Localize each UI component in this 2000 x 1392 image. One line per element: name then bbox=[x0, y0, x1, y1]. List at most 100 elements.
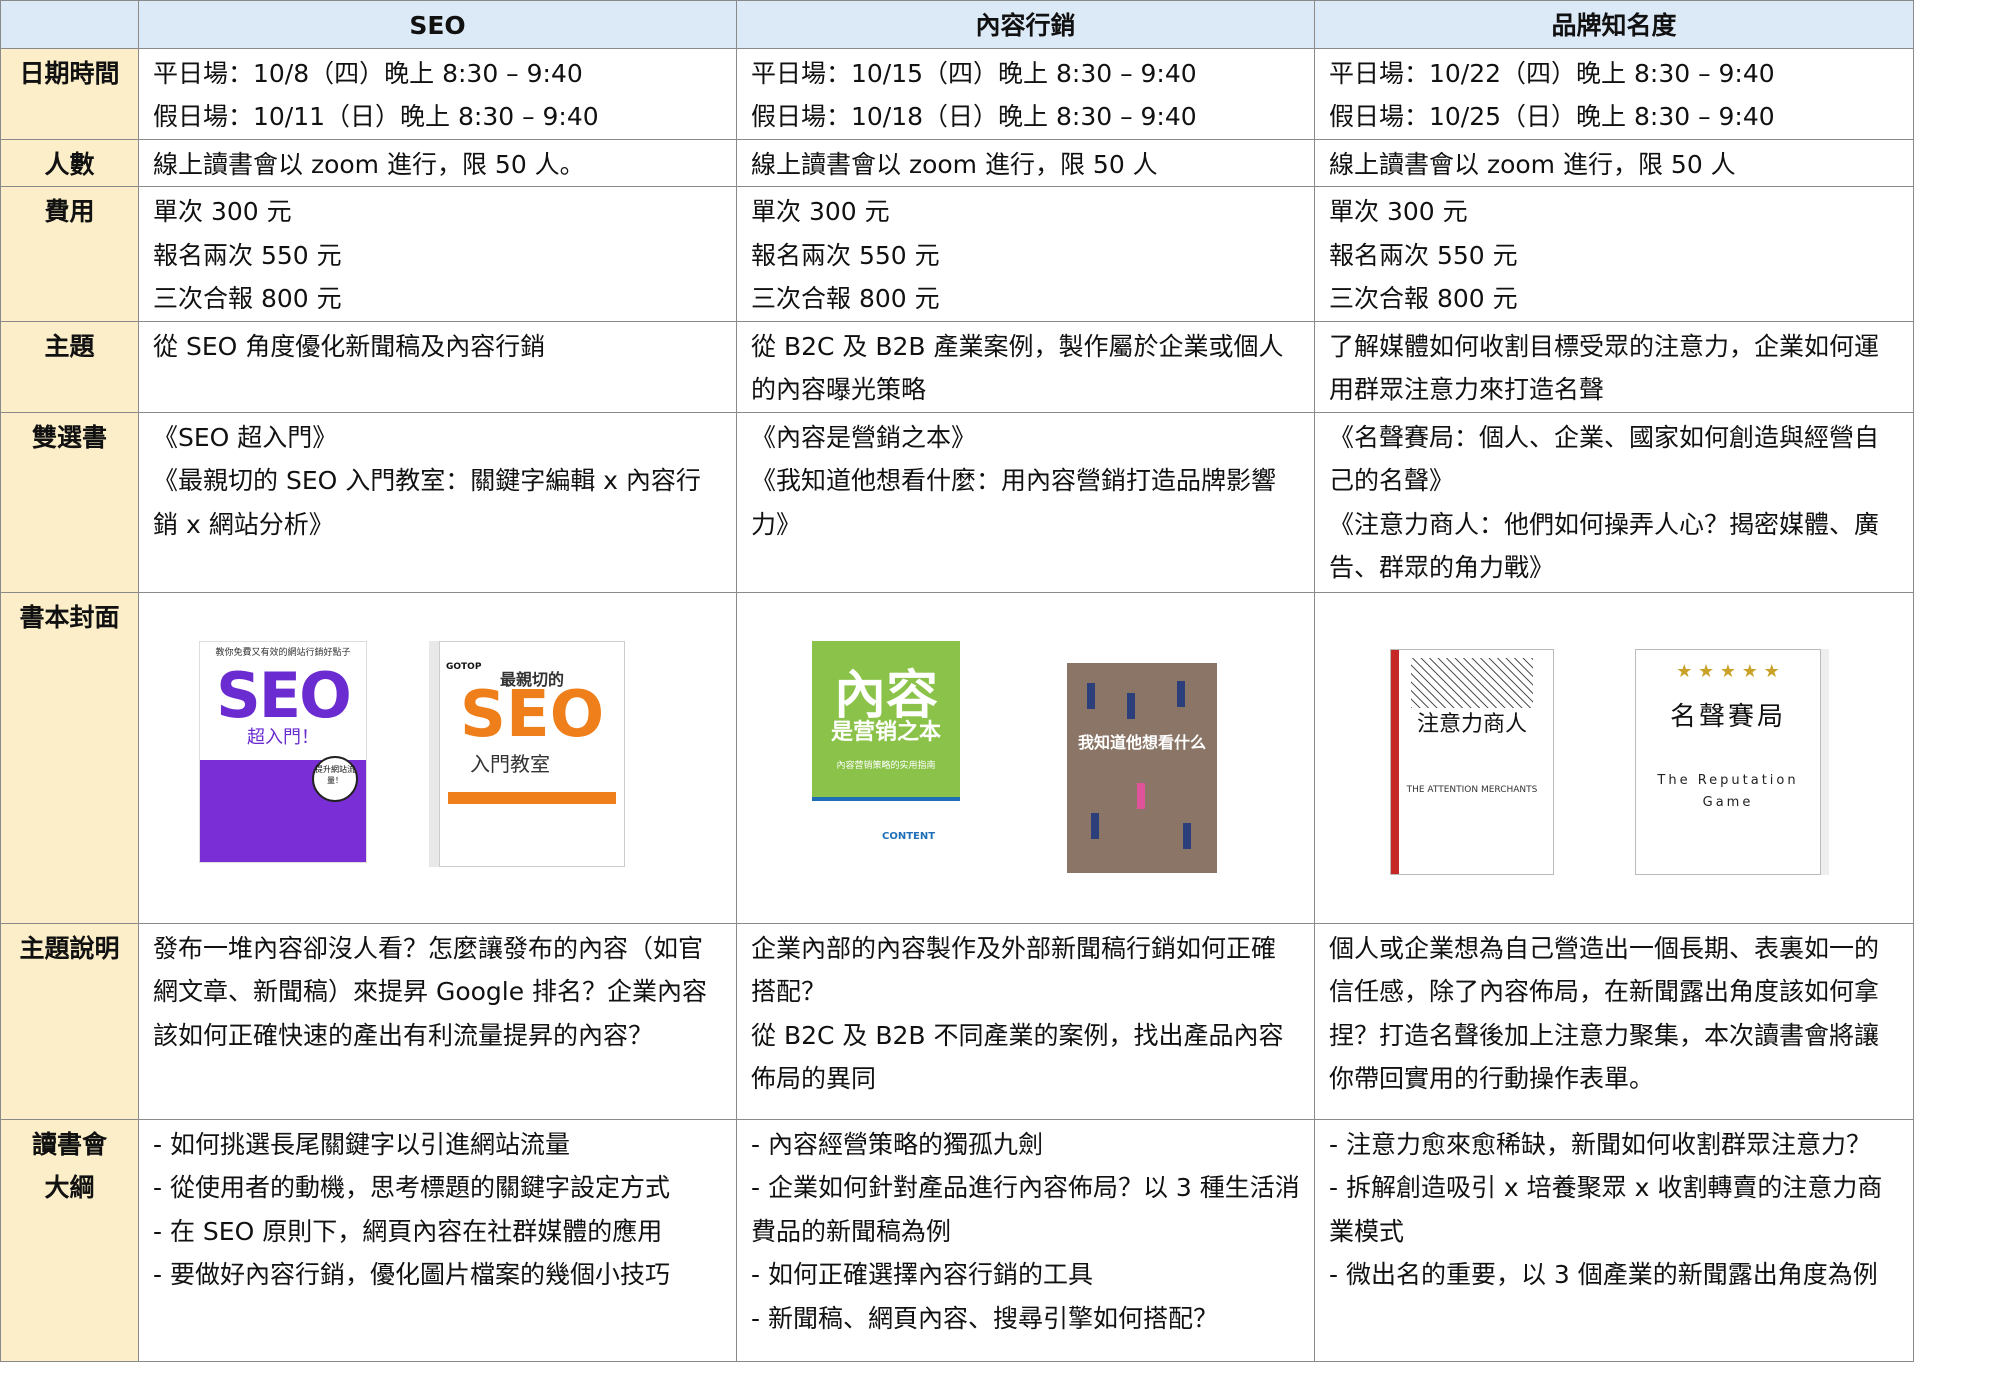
cell-covers-content: 內容 是营销之本 內容营销策略的实用指南 CONTENT 我知道他想看什么 bbox=[736, 591, 1315, 924]
book-title: 《名聲賽局：個人、企業、國家如何創造與經營自己的名聲》 bbox=[1329, 422, 1880, 496]
row-topic: 主題 從 SEO 角度優化新聞稿及內容行銷 從 B2C 及 B2B 產業案例，製… bbox=[0, 320, 1914, 413]
cell-covers-seo: 教你免費又有效的網站行銷好點子 SEO 超入門！ 提升網站流量！ GOTOP 最… bbox=[138, 591, 737, 924]
outline-item: - 內容經營策略的獨孤九劍 bbox=[751, 1129, 1043, 1159]
cell-fee-content: 單次 300 元 報名兩次 550 元 三次合報 800 元 bbox=[736, 186, 1315, 322]
book-title: 《我知道他想看什麼：用內容營銷打造品牌影響力》 bbox=[751, 466, 1277, 539]
header-row: SEO 內容行銷 品牌知名度 bbox=[0, 0, 1914, 49]
cell-date-brand: 平日場：10/22（四）晚上 8:30 – 9:40 假日場：10/25（日）晚… bbox=[1314, 47, 1914, 140]
row-label-people: 人數 bbox=[0, 138, 139, 187]
cover-title: SEO bbox=[216, 658, 352, 732]
cover-subtitle: 入門教室 bbox=[470, 751, 550, 776]
cell-topic-seo: 從 SEO 角度優化新聞稿及內容行銷 bbox=[138, 320, 737, 413]
cell-people-brand: 線上讀書會以 zoom 進行，限 50 人 bbox=[1314, 138, 1914, 187]
outline-item: - 微出名的重要，以 3 個產業的新聞露出角度為例 bbox=[1329, 1260, 1878, 1289]
cover-title: SEO bbox=[459, 677, 605, 752]
figure-icon bbox=[1087, 682, 1095, 709]
outline-item: - 要做好內容行銷，優化圖片檔案的幾個小技巧 bbox=[153, 1260, 670, 1289]
date-weekday: 平日場：10/15（四）晚上 8:30 – 9:40 bbox=[751, 58, 1197, 88]
column-header-content-marketing: 內容行銷 bbox=[736, 0, 1315, 49]
covers-content: 內容 是营销之本 內容营销策略的实用指南 CONTENT 我知道他想看什么 bbox=[737, 593, 1314, 923]
figure-icon bbox=[1137, 782, 1145, 809]
fee-triple: 三次合報 800 元 bbox=[751, 284, 940, 313]
row-desc: 主題說明 發布一堆內容卻沒人看？怎麼讓發布的內容（如官網文章、新聞稿）來提昇 G… bbox=[0, 922, 1914, 1120]
column-header-brand-awareness: 品牌知名度 bbox=[1314, 0, 1914, 49]
cover-title: 內容 bbox=[833, 665, 938, 726]
cover-panel-text: CONTENT bbox=[882, 830, 936, 842]
desc-paragraph: 從 B2C 及 B2B 不同產業的案例，找出產品內容佈局的異同 bbox=[751, 1020, 1284, 1094]
row-label-date: 日期時間 bbox=[0, 47, 139, 140]
figure-icon bbox=[1177, 680, 1185, 707]
row-label-outline-2: 大綱 bbox=[44, 1173, 95, 1202]
cell-date-seo: 平日場：10/8（四）晚上 8:30 – 9:40 假日場：10/11（日）晚上… bbox=[138, 47, 737, 140]
cell-topic-content: 從 B2C 及 B2B 產業案例，製作屬於企業或個人的內容曝光策略 bbox=[736, 320, 1315, 413]
book-title: 《內容是營銷之本》 bbox=[751, 422, 977, 452]
fee-triple: 三次合報 800 元 bbox=[1329, 284, 1518, 313]
cell-desc-seo: 發布一堆內容卻沒人看？怎麼讓發布的內容（如官網文章、新聞稿）來提昇 Google… bbox=[138, 922, 737, 1120]
outline-item: - 注意力愈來愈稀缺，新聞如何收割群眾注意力？ bbox=[1329, 1129, 1871, 1159]
column-header-seo: SEO bbox=[138, 0, 737, 49]
row-label-topic: 主題 bbox=[0, 320, 139, 413]
cell-fee-seo: 單次 300 元 報名兩次 550 元 三次合報 800 元 bbox=[138, 186, 737, 322]
outline-item: - 從使用者的動機，思考標題的關鍵字設定方式 bbox=[153, 1173, 670, 1202]
fee-single: 單次 300 元 bbox=[153, 197, 292, 226]
cell-people-content: 線上讀書會以 zoom 進行，限 50 人 bbox=[736, 138, 1315, 187]
cell-topic-brand: 了解媒體如何收割目標受眾的注意力，企業如何運用群眾注意力來打造名聲 bbox=[1314, 320, 1914, 413]
row-covers: 書本封面 教你免費又有效的網站行銷好點子 SEO 超入門！ 提升網站流量！ GO… bbox=[0, 591, 1914, 924]
cell-desc-brand: 個人或企業想為自己營造出一個長期、表裏如一的信任感，除了內容佈局，在新聞露出角度… bbox=[1314, 922, 1914, 1120]
row-fee: 費用 單次 300 元 報名兩次 550 元 三次合報 800 元 單次 300… bbox=[0, 186, 1914, 322]
cover-subtitle: THE ATTENTION MERCHANTS bbox=[1406, 784, 1538, 795]
corner-cell bbox=[0, 0, 139, 49]
cell-people-seo: 線上讀書會以 zoom 進行，限 50 人。 bbox=[138, 138, 737, 187]
row-label-outline-1: 讀書會 bbox=[31, 1129, 107, 1159]
book-title: 《最親切的 SEO 入門教室：關鍵字編輯 x 內容行銷 x 網站分析》 bbox=[153, 466, 701, 539]
date-weekend: 假日場：10/18（日）晚上 8:30 – 9:40 bbox=[751, 102, 1197, 131]
cover-subtitle-2: 內容营销策略的实用指南 bbox=[836, 760, 936, 771]
fee-triple: 三次合報 800 元 bbox=[153, 284, 342, 313]
row-books: 雙選書 《SEO 超入門》 《最親切的 SEO 入門教室：關鍵字編輯 x 內容行… bbox=[0, 411, 1914, 593]
cover-panel: CONTENT bbox=[812, 796, 960, 861]
desc-paragraph: 企業內部的內容製作及外部新聞稿行銷如何正確搭配？ bbox=[751, 933, 1277, 1007]
row-people: 人數 線上讀書會以 zoom 進行，限 50 人。 線上讀書會以 zoom 進行… bbox=[0, 138, 1914, 187]
covers-brand: 注意力商人 THE ATTENTION MERCHANTS ★ ★ ★ ★ ★ … bbox=[1315, 593, 1913, 923]
book-cover-attention-merchants: 注意力商人 THE ATTENTION MERCHANTS bbox=[1390, 648, 1554, 875]
cell-outline-content: - 內容經營策略的獨孤九劍 - 企業如何針對產品進行內容佈局？以 3 種生活消費… bbox=[736, 1118, 1315, 1362]
cover-title: 名聲賽局 bbox=[1669, 701, 1786, 732]
figure-icon bbox=[1127, 692, 1135, 719]
cell-books-seo: 《SEO 超入門》 《最親切的 SEO 入門教室：關鍵字編輯 x 內容行銷 x … bbox=[138, 411, 737, 593]
covers-seo: 教你免費又有效的網站行銷好點子 SEO 超入門！ 提升網站流量！ GOTOP 最… bbox=[139, 593, 736, 923]
cell-books-content: 《內容是營銷之本》 《我知道他想看什麼：用內容營銷打造品牌影響力》 bbox=[736, 411, 1315, 593]
outline-item: - 如何挑選長尾關鍵字以引進網站流量 bbox=[153, 1129, 570, 1159]
book-cover-seo-intro: 教你免費又有效的網站行銷好點子 SEO 超入門！ 提升網站流量！ bbox=[199, 640, 367, 863]
fee-double: 報名兩次 550 元 bbox=[1329, 240, 1518, 270]
outline-item: - 企業如何針對產品進行內容佈局？以 3 種生活消費品的新聞稿為例 bbox=[751, 1173, 1300, 1246]
cell-outline-brand: - 注意力愈來愈稀缺，新聞如何收割群眾注意力？ - 拆解創造吸引 x 培養聚眾 … bbox=[1314, 1118, 1914, 1362]
cover-spine bbox=[1391, 649, 1399, 874]
date-weekday: 平日場：10/22（四）晚上 8:30 – 9:40 bbox=[1329, 58, 1775, 88]
cell-fee-brand: 單次 300 元 報名兩次 550 元 三次合報 800 元 bbox=[1314, 186, 1914, 322]
cell-outline-seo: - 如何挑選長尾關鍵字以引進網站流量 - 從使用者的動機，思考標題的關鍵字設定方… bbox=[138, 1118, 737, 1362]
row-label-fee: 費用 bbox=[0, 186, 139, 322]
cover-subtitle: 超入門！ bbox=[247, 726, 319, 748]
schedule-table: SEO 內容行銷 品牌知名度 日期時間 平日場：10/8（四）晚上 8:30 –… bbox=[0, 0, 1914, 1362]
outline-item: - 拆解創造吸引 x 培養聚眾 x 收割轉賣的注意力商業模式 bbox=[1329, 1173, 1883, 1246]
book-title: 《SEO 超入門》 bbox=[153, 422, 338, 452]
cover-subtitle: 是营销之本 bbox=[830, 719, 941, 745]
outline-item: - 在 SEO 原則下，網頁內容在社群媒體的應用 bbox=[153, 1216, 663, 1246]
figure-icon bbox=[1183, 822, 1191, 849]
cover-subtitle: The Reputation Game bbox=[1657, 772, 1799, 810]
row-date: 日期時間 平日場：10/8（四）晚上 8:30 – 9:40 假日場：10/11… bbox=[0, 47, 1914, 140]
cell-covers-brand: 注意力商人 THE ATTENTION MERCHANTS ★ ★ ★ ★ ★ … bbox=[1314, 591, 1914, 924]
fee-single: 單次 300 元 bbox=[751, 197, 890, 226]
cover-bar bbox=[448, 791, 616, 804]
row-outline: 讀書會 大綱 - 如何挑選長尾關鍵字以引進網站流量 - 從使用者的動機，思考標題… bbox=[0, 1118, 1914, 1362]
date-weekend: 假日場：10/25（日）晚上 8:30 – 9:40 bbox=[1329, 102, 1775, 131]
cover-title: 我知道他想看什么 bbox=[1077, 732, 1206, 752]
date-weekend: 假日場：10/11（日）晚上 8:30 – 9:40 bbox=[153, 102, 599, 131]
row-label-outline: 讀書會 大綱 bbox=[0, 1118, 139, 1362]
cell-desc-content: 企業內部的內容製作及外部新聞稿行銷如何正確搭配？ 從 B2C 及 B2B 不同產… bbox=[736, 922, 1315, 1120]
cover-tagline: 教你免費又有效的網站行銷好點子 bbox=[215, 647, 351, 658]
cover-illustration bbox=[1411, 657, 1533, 708]
book-cover-seo-classroom: GOTOP 最親切的 SEO 入門教室 bbox=[439, 640, 625, 867]
star-icons: ★ ★ ★ ★ ★ bbox=[1676, 660, 1780, 682]
figure-icon bbox=[1091, 812, 1099, 839]
